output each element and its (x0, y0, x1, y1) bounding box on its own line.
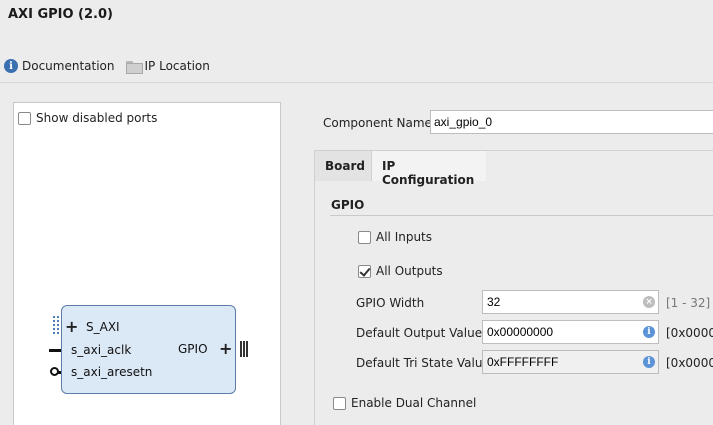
ip-location-label: IP Location (144, 59, 210, 73)
component-name-label: Component Name (323, 116, 432, 130)
aclk-wire (49, 349, 61, 352)
gpio-width-field[interactable] (482, 290, 659, 314)
all-inputs-option[interactable]: All Inputs (358, 230, 432, 244)
port-s-axi: S_AXI (86, 320, 120, 334)
gpio-width-range: [1 - 32] (666, 296, 711, 310)
toolbar: i Documentation IP Location (4, 57, 221, 75)
aresetn-inverter-icon (50, 367, 59, 376)
config-tab-panel (314, 150, 713, 425)
gpio-bus-icon (240, 341, 248, 357)
all-inputs-label: All Inputs (376, 230, 433, 244)
default-output-range: [0x00000 (666, 326, 713, 340)
axi-gpio-ip-block[interactable]: + S_AXI s_axi_aclk s_axi_aresetn GPIO + (61, 305, 236, 394)
info-icon: i (4, 59, 18, 73)
enable-dual-channel-checkbox[interactable] (333, 396, 346, 410)
documentation-button[interactable]: i Documentation (4, 59, 115, 73)
all-outputs-checkbox[interactable] (358, 264, 371, 278)
expand-gpio-icon[interactable]: + (219, 341, 232, 357)
expand-s-axi-icon[interactable]: + (65, 319, 78, 335)
bus-interface-grip-icon (53, 316, 59, 334)
gpio-width-label: GPIO Width (356, 296, 425, 310)
default-tri-state-value-field[interactable] (482, 350, 659, 374)
default-output-value-label: Default Output Value (356, 326, 483, 340)
tab-ip-configuration[interactable]: IP Configuration (372, 151, 486, 187)
ip-location-button[interactable]: IP Location (125, 59, 210, 74)
enable-dual-channel-label: Enable Dual Channel (351, 396, 477, 410)
show-disabled-ports-option[interactable]: Show disabled ports (18, 111, 157, 125)
clear-icon[interactable]: × (643, 296, 655, 308)
gpio-section-heading: GPIO (331, 198, 365, 212)
default-output-value-field[interactable] (482, 320, 659, 344)
show-disabled-ports-checkbox[interactable] (18, 111, 31, 125)
all-outputs-label: All Outputs (376, 264, 443, 278)
block-diagram-panel: Show disabled ports + S_AXI s_axi_aclk s… (13, 102, 281, 425)
port-gpio: GPIO (178, 342, 208, 356)
all-outputs-option[interactable]: All Outputs (358, 264, 443, 278)
gpio-section-divider (330, 215, 713, 216)
enable-dual-channel-option[interactable]: Enable Dual Channel (333, 396, 476, 410)
folder-icon (125, 60, 143, 74)
documentation-label: Documentation (22, 59, 115, 73)
default-tri-state-range: [0x00000 (666, 356, 713, 370)
window-title: AXI GPIO (2.0) (8, 7, 113, 22)
all-inputs-checkbox[interactable] (358, 230, 371, 244)
tab-board[interactable]: Board (315, 151, 372, 181)
component-name-field[interactable] (430, 110, 713, 134)
show-disabled-ports-label: Show disabled ports (36, 111, 158, 125)
port-s-axi-aclk: s_axi_aclk (71, 343, 132, 357)
default-tri-state-value-label: Default Tri State Value (356, 356, 490, 370)
default-output-info-icon[interactable]: i (643, 326, 655, 338)
port-s-axi-aresetn: s_axi_aresetn (71, 365, 153, 379)
toolbar-divider (0, 82, 713, 83)
default-tri-state-info-icon[interactable]: i (643, 356, 655, 368)
